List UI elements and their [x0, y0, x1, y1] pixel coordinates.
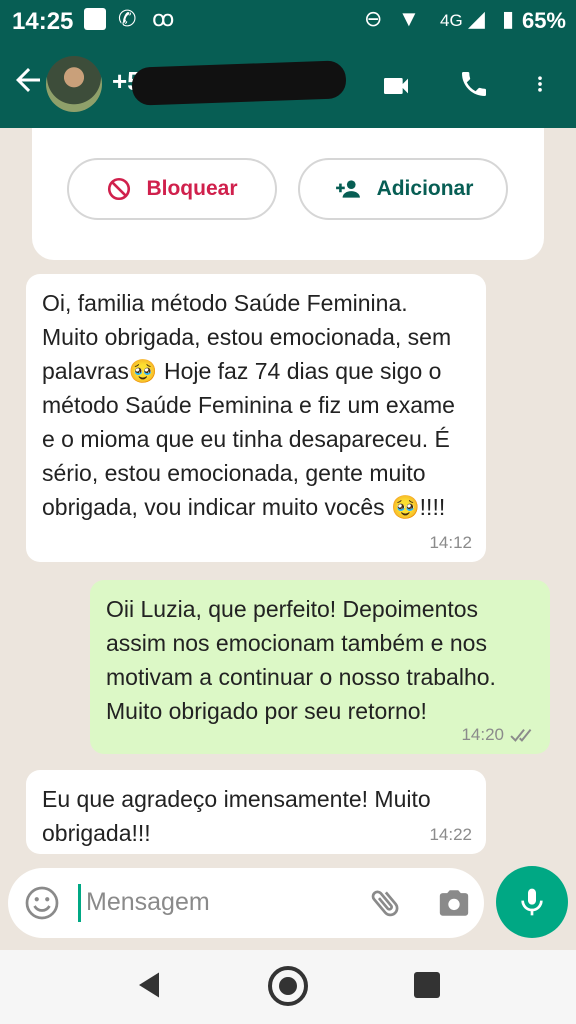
camera-icon[interactable]: [436, 886, 472, 920]
message-input[interactable]: Mensagem: [86, 888, 210, 917]
redaction-scribble: [131, 60, 347, 106]
message-bubble-outgoing[interactable]: Oii Luzia, que perfeito! Depoimentos ass…: [90, 580, 550, 754]
system-navigation-bar: [0, 950, 576, 1024]
add-person-icon: [335, 180, 360, 198]
message-time: 14:12: [429, 533, 472, 552]
more-vert-icon[interactable]: [530, 66, 550, 102]
microphone-icon: [521, 888, 543, 916]
message-time: 14:22: [429, 825, 472, 844]
read-receipt-icon: [510, 728, 532, 742]
block-icon: [108, 177, 131, 201]
phone-icon[interactable]: [458, 68, 490, 100]
message-text: Oii Luzia, que perfeito! Depoimentos ass…: [106, 596, 496, 724]
message-bubble-incoming[interactable]: Eu que agradeço imensamente! Muito obrig…: [26, 770, 486, 854]
message-composer[interactable]: Mensagem: [8, 868, 484, 938]
notification-icon: [84, 8, 106, 30]
network-type: 4G: [440, 11, 463, 30]
do-not-disturb-icon: ⊖: [364, 6, 383, 31]
message-text: Eu que agradeço imensamente! Muito obrig…: [42, 786, 431, 846]
contact-avatar[interactable]: [46, 56, 102, 112]
block-label: Bloquear: [146, 177, 238, 200]
add-contact-button[interactable]: Adicionar: [298, 158, 508, 220]
unknown-contact-card: Bloquear Adicionar: [32, 128, 544, 260]
wifi-icon: ▼: [398, 6, 420, 31]
status-bar: 14:25 ✆ ꝏ ⊖ ▼ 4G ◢ ▮ 65%: [0, 0, 576, 42]
block-button[interactable]: Bloquear: [67, 158, 277, 220]
message-time: 14:20: [461, 725, 504, 744]
back-arrow-icon[interactable]: [10, 62, 46, 98]
emoji-icon[interactable]: [24, 885, 60, 921]
chat-area[interactable]: Bloquear Adicionar Oi, familia método Sa…: [0, 128, 576, 946]
signal-icon: ◢: [468, 6, 485, 31]
missed-call-icon: ✆: [118, 6, 137, 31]
voice-message-button[interactable]: [496, 866, 568, 938]
text-cursor: [78, 884, 81, 922]
battery-percent: 65%: [521, 8, 566, 33]
nav-recents-icon[interactable]: [414, 972, 440, 998]
message-bubble-incoming[interactable]: Oi, familia método Saúde Feminina. Muito…: [26, 274, 486, 562]
status-time: 14:25: [12, 8, 74, 35]
add-label: Adicionar: [376, 177, 474, 200]
attach-icon[interactable]: [368, 884, 404, 922]
chat-header: +5: [0, 42, 576, 128]
nav-home-icon[interactable]: [268, 966, 308, 1006]
video-call-icon[interactable]: [378, 70, 414, 102]
nav-back-icon[interactable]: [134, 970, 164, 1000]
battery-icon: ▮: [502, 6, 515, 31]
message-text: Oi, familia método Saúde Feminina. Muito…: [42, 290, 455, 520]
voicemail-icon: ꝏ: [152, 6, 175, 31]
